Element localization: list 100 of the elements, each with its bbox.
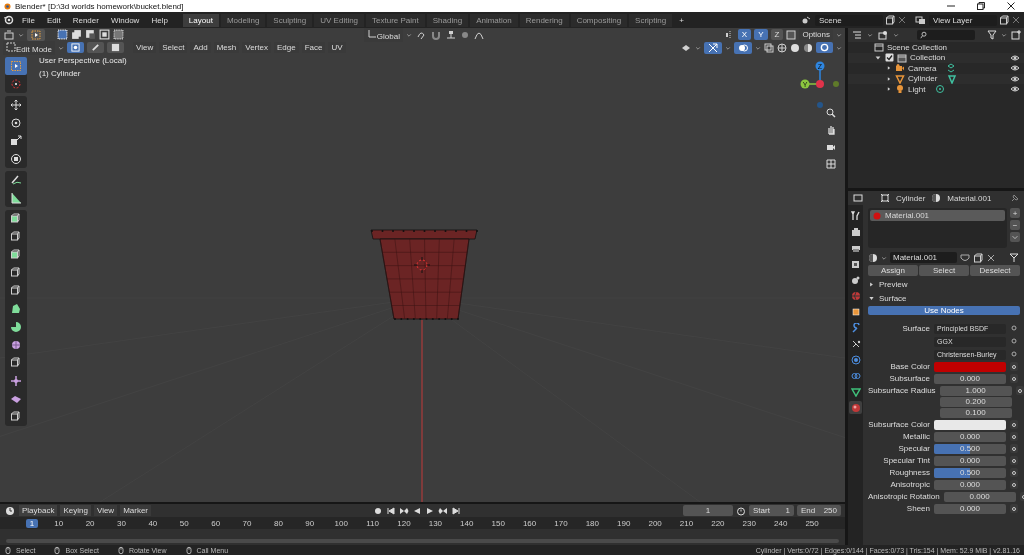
end-frame-field[interactable]: End 250 [797, 505, 841, 516]
options-dropdown[interactable]: Options [799, 29, 833, 40]
scene-field[interactable]: Scene [815, 14, 883, 26]
number-field[interactable]: 0.000 [943, 492, 1016, 502]
workspace-tab[interactable]: Sculpting [267, 13, 313, 27]
number-field[interactable]: 0.000 [934, 456, 1006, 466]
keyframe-button[interactable] [1010, 456, 1018, 465]
selection-mode-icon[interactable] [99, 29, 110, 40]
selection-mode-icon[interactable] [85, 29, 96, 40]
properties-tab[interactable] [849, 401, 862, 414]
overlay-button[interactable] [734, 41, 752, 54]
number-field[interactable]: 0.000 [934, 432, 1006, 442]
outliner-item[interactable]: Scene Collection [887, 42, 948, 52]
select-mode-button[interactable] [87, 42, 105, 53]
slot-button[interactable]: − [1010, 220, 1020, 230]
material-preview-button[interactable] [816, 42, 833, 53]
slider-field[interactable]: 0.500 [934, 444, 1006, 454]
menu-item[interactable]: Marker [120, 505, 152, 516]
add-workspace-button[interactable]: + [674, 14, 689, 26]
number-field[interactable]: 0.100 [939, 408, 1012, 418]
menu-item[interactable]: View [133, 42, 157, 53]
display-mode-icon[interactable] [877, 30, 889, 40]
keyframe-button[interactable] [1010, 504, 1018, 513]
play-reverse-icon[interactable] [412, 505, 422, 516]
properties-tab[interactable] [849, 385, 862, 398]
axis-toggle[interactable]: Z [770, 29, 784, 40]
workspace-tab[interactable]: Texture Paint [366, 13, 425, 27]
shaded-sphere-icon[interactable] [803, 42, 813, 53]
eye-icon[interactable] [1010, 73, 1020, 84]
solid-sphere-icon[interactable] [790, 42, 800, 53]
proportional-icon[interactable] [460, 29, 470, 40]
pin-icon[interactable] [1010, 193, 1020, 203]
material-slot-list[interactable]: Material.001 [868, 208, 1007, 248]
node-tree-icon[interactable] [1008, 252, 1020, 263]
current-frame-field[interactable]: 1 [683, 505, 733, 516]
clock-icon[interactable] [4, 505, 16, 516]
zoom-icon[interactable] [826, 108, 836, 118]
panel-header[interactable]: Surface [879, 293, 907, 303]
selection-mode-icon[interactable] [71, 29, 82, 40]
editor-type-icon[interactable] [852, 193, 864, 203]
properties-tab[interactable] [849, 209, 862, 222]
shield-icon[interactable] [960, 252, 970, 263]
select-mode-button[interactable] [107, 42, 125, 53]
action-button[interactable]: Assign [868, 265, 918, 276]
new-collection-icon[interactable] [1011, 30, 1021, 40]
hand-icon[interactable] [826, 125, 836, 135]
workspace-tab[interactable]: Shading [426, 13, 469, 27]
stopwatch-icon[interactable] [736, 505, 746, 516]
copy-icon[interactable] [973, 252, 983, 263]
expand-arrow-icon[interactable] [868, 280, 875, 288]
copy-icon[interactable] [885, 15, 895, 25]
menu-item[interactable]: Window [105, 14, 145, 26]
select-mode-button[interactable] [67, 42, 85, 53]
menu-item[interactable]: Help [146, 14, 173, 26]
outliner-item[interactable]: Collection [910, 53, 946, 63]
outliner-item[interactable]: Camera [908, 63, 937, 73]
outliner-item[interactable]: Light [908, 84, 926, 94]
play-icon[interactable] [425, 505, 435, 516]
restore-icon[interactable] [976, 1, 986, 11]
selection-mode-icon[interactable] [113, 29, 124, 40]
skip-end-icon[interactable] [451, 505, 461, 516]
menu-item[interactable]: Add [190, 42, 211, 53]
workspace-tab[interactable]: Scripting [629, 13, 673, 27]
material-name-field[interactable]: Material.001 [890, 252, 957, 263]
keyframe-button[interactable] [1010, 420, 1018, 429]
workspace-tab[interactable]: Rendering [519, 13, 569, 27]
visibility-icon[interactable] [680, 42, 692, 53]
eye-icon[interactable] [1010, 63, 1020, 74]
workspace-tab[interactable]: Modeling [220, 13, 266, 27]
slider-field[interactable]: 0.500 [934, 468, 1006, 478]
number-field[interactable]: 0.000 [934, 480, 1006, 490]
copy-icon[interactable] [999, 15, 1009, 25]
layers-icon[interactable] [915, 15, 927, 25]
workspace-tab[interactable]: Animation [470, 13, 518, 27]
playhead[interactable]: 1 [26, 518, 38, 528]
properties-tab[interactable] [849, 305, 862, 318]
eye-icon[interactable] [1010, 84, 1020, 95]
menu-item[interactable]: File [17, 14, 40, 26]
color-swatch[interactable] [934, 420, 1006, 430]
editor-type-icon[interactable] [3, 29, 15, 40]
keyframe-button[interactable] [1010, 374, 1018, 383]
snap-icon[interactable] [445, 29, 457, 40]
expand-arrow-icon[interactable] [868, 294, 875, 302]
action-button[interactable]: Deselect [970, 265, 1020, 276]
menu-item[interactable]: Render [67, 14, 104, 26]
eye-icon[interactable] [1010, 52, 1020, 63]
xray-icon[interactable] [764, 42, 774, 53]
panel-header[interactable]: Preview [879, 279, 908, 289]
axis-toggle[interactable]: Y [754, 29, 768, 40]
number-field[interactable]: 0.200 [939, 397, 1012, 407]
camera-icon[interactable] [826, 142, 836, 152]
close-icon[interactable] [1006, 1, 1016, 11]
action-button[interactable]: Select [919, 265, 969, 276]
filter-icon[interactable] [987, 30, 997, 40]
record-icon[interactable] [373, 505, 383, 516]
use-nodes-button[interactable]: Use Nodes [868, 306, 1020, 315]
number-field[interactable]: 1.000 [939, 386, 1012, 396]
menu-item[interactable]: View [93, 505, 118, 516]
number-field[interactable]: 0.000 [934, 374, 1006, 384]
select-tool-button[interactable] [27, 28, 45, 41]
